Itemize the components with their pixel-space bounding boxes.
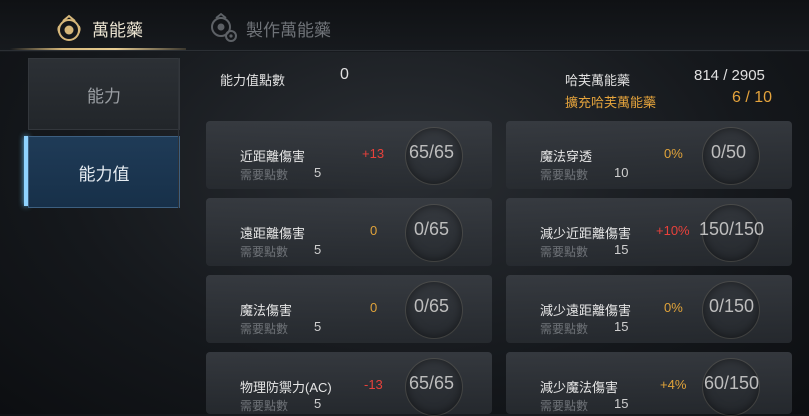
stat-card-magic-damage[interactable]: 魔法傷害 需要點數 5 0 0/65 bbox=[206, 275, 492, 343]
potion-emblem-icon bbox=[54, 13, 84, 43]
stat-bonus: +4% bbox=[660, 377, 687, 392]
required-points-value: 5 bbox=[314, 396, 322, 411]
stat-card-physical-defense[interactable]: 物理防禦力(AC) 需要點數 5 -13 65/65 bbox=[206, 352, 492, 416]
harufu-elixir-value: 814 / 2905 bbox=[694, 67, 765, 84]
stat-name: 減少遠距離傷害 bbox=[540, 303, 632, 318]
stat-points-value: 0 bbox=[340, 66, 349, 83]
top-divider bbox=[0, 50, 809, 51]
expand-harufu-value: 6 / 10 bbox=[732, 89, 773, 106]
stat-bonus: 0 bbox=[370, 300, 378, 315]
required-points-label: 需要點數 bbox=[240, 399, 289, 413]
required-points-label: 需要點數 bbox=[240, 168, 289, 182]
stat-name: 物理防禦力(AC) bbox=[240, 380, 332, 395]
stat-name: 減少近距離傷害 bbox=[540, 226, 632, 241]
stat-progress: 0/65 bbox=[414, 219, 450, 239]
stat-card-melee-reduction[interactable]: 減少近距離傷害 需要點數 15 +10% 150/150 bbox=[506, 198, 792, 266]
stat-name: 魔法傷害 bbox=[240, 303, 293, 318]
sidebar-item-label: 能力 bbox=[87, 86, 121, 106]
stat-bonus: -13 bbox=[364, 377, 383, 392]
stat-name: 減少魔法傷害 bbox=[540, 380, 619, 395]
required-points-label: 需要點數 bbox=[240, 322, 289, 336]
required-points-value: 5 bbox=[314, 165, 322, 180]
sidebar-item-ability[interactable]: 能力 bbox=[28, 58, 180, 130]
stat-progress: 150/150 bbox=[699, 219, 765, 239]
required-points-value: 15 bbox=[614, 396, 629, 411]
stat-bonus: 0% bbox=[664, 300, 683, 315]
required-points-label: 需要點數 bbox=[540, 399, 589, 413]
required-points-value: 10 bbox=[614, 165, 629, 180]
required-points-label: 需要點數 bbox=[240, 245, 289, 259]
stat-points-label: 能力值點數 bbox=[220, 73, 286, 88]
stat-card-ranged-reduction[interactable]: 減少遠距離傷害 需要點數 15 0% 0/150 bbox=[506, 275, 792, 343]
tab-elixir-label: 萬能藥 bbox=[92, 20, 143, 40]
tab-elixir[interactable]: 萬能藥 bbox=[54, 10, 143, 46]
stat-name: 遠距離傷害 bbox=[240, 226, 306, 241]
crafting-gear-icon bbox=[208, 13, 238, 43]
stat-bonus: 0% bbox=[664, 146, 683, 161]
stat-card-magic-penetration[interactable]: 魔法穿透 需要點數 10 0% 0/50 bbox=[506, 121, 792, 189]
stat-bonus: +10% bbox=[656, 223, 690, 238]
sidebar-divider bbox=[178, 58, 179, 208]
required-points-label: 需要點數 bbox=[540, 322, 589, 336]
active-tab-underline bbox=[10, 48, 186, 50]
required-points-label: 需要點數 bbox=[540, 168, 589, 182]
tab-craft-elixir-label: 製作萬能藥 bbox=[246, 20, 331, 40]
required-points-value: 5 bbox=[314, 319, 322, 334]
harufu-elixir-label: 哈芙萬能藥 bbox=[565, 73, 631, 88]
stat-progress: 0/150 bbox=[709, 296, 755, 316]
stat-card-magic-reduction[interactable]: 減少魔法傷害 需要點數 15 +4% 60/150 bbox=[506, 352, 792, 416]
stat-bonus: 0 bbox=[370, 223, 378, 238]
sidebar-item-label: 能力值 bbox=[78, 164, 130, 184]
sidebar-item-stats[interactable]: 能力值 bbox=[28, 136, 180, 208]
stat-progress: 65/65 bbox=[409, 142, 455, 162]
required-points-value: 5 bbox=[314, 242, 322, 257]
required-points-value: 15 bbox=[614, 242, 629, 257]
stat-progress: 0/50 bbox=[711, 142, 747, 162]
stat-progress: 65/65 bbox=[409, 373, 455, 393]
stat-name: 魔法穿透 bbox=[540, 149, 593, 164]
stat-card-ranged-damage[interactable]: 遠距離傷害 需要點數 5 0 0/65 bbox=[206, 198, 492, 266]
stat-progress: 60/150 bbox=[704, 373, 760, 393]
stat-name: 近距離傷害 bbox=[240, 149, 306, 164]
required-points-value: 15 bbox=[614, 319, 629, 334]
stat-bonus: +13 bbox=[362, 146, 385, 161]
stat-card-melee-damage[interactable]: 近距離傷害 需要點數 5 +13 65/65 bbox=[206, 121, 492, 189]
expand-harufu-label: 擴充哈芙萬能藥 bbox=[565, 95, 657, 110]
required-points-label: 需要點數 bbox=[540, 245, 589, 259]
tab-craft-elixir[interactable]: 製作萬能藥 bbox=[208, 10, 331, 46]
stat-progress: 0/65 bbox=[414, 296, 450, 316]
